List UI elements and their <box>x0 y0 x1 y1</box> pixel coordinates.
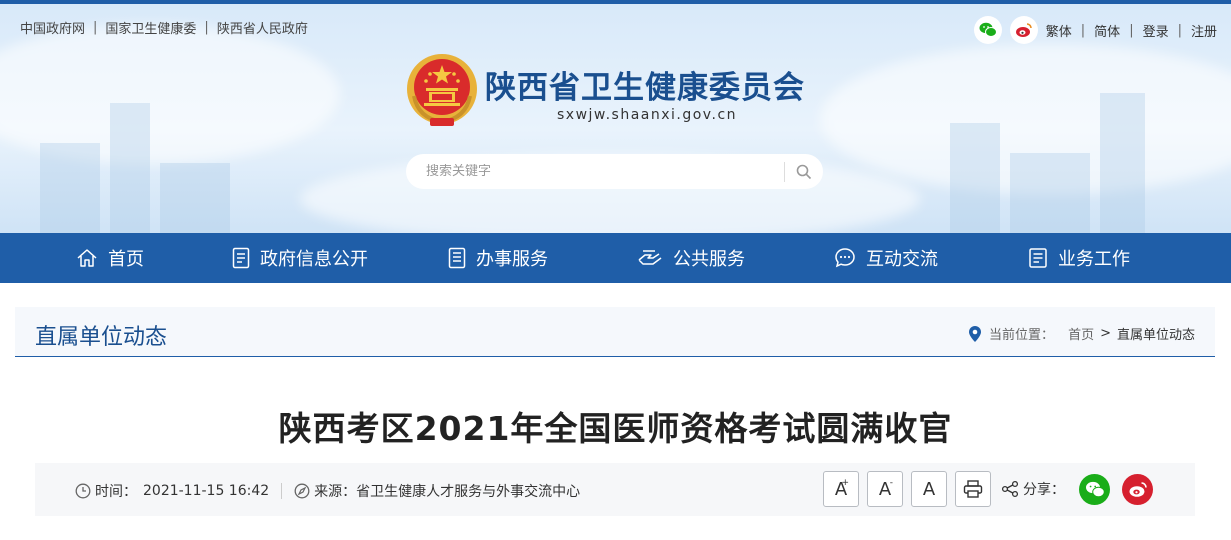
clock-icon <box>75 483 91 499</box>
share-label: 分享： <box>1001 479 1065 499</box>
home-icon <box>77 249 97 267</box>
divider <box>281 483 283 499</box>
clipboard-icon <box>1029 248 1047 268</box>
register-link[interactable]: 注册 <box>1191 21 1217 40</box>
top-links: 中国政府网 | 国家卫生健康委 | 陕西省人民政府 <box>20 18 308 37</box>
link-nhc[interactable]: 国家卫生健康委 <box>105 18 196 37</box>
nav-label: 首页 <box>108 249 144 270</box>
nav-item-gov-info[interactable]: 政府信息公开 <box>232 233 368 283</box>
breadcrumb-separator: > <box>1100 326 1111 341</box>
nav-item-services[interactable]: 办事服务 <box>448 233 548 283</box>
divider: | <box>93 20 98 35</box>
nav-label: 办事服务 <box>476 249 548 270</box>
simplified-chinese-link[interactable]: 简体 <box>1094 21 1120 40</box>
search-bar <box>406 154 823 189</box>
source-label: 来源： <box>314 484 357 500</box>
nav-label: 政府信息公开 <box>260 249 368 270</box>
nav-label: 公共服务 <box>673 249 745 270</box>
file-icon <box>448 247 466 269</box>
nav-item-home[interactable]: 首页 <box>76 233 144 283</box>
login-link[interactable]: 登录 <box>1143 21 1169 40</box>
section-title: 直属单位动态 <box>35 325 168 350</box>
nav-label: 业务工作 <box>1058 249 1130 270</box>
compass-icon <box>294 483 310 499</box>
printer-icon <box>963 480 983 498</box>
weibo-icon[interactable] <box>1009 16 1038 44</box>
breadcrumb-current[interactable]: 直属单位动态 <box>1117 324 1195 343</box>
divider: | <box>1177 22 1182 38</box>
divider: | <box>204 20 209 35</box>
link-gov-cn[interactable]: 中国政府网 <box>20 18 85 37</box>
search-input[interactable] <box>406 164 784 179</box>
nav-item-public-services[interactable]: 公共服务 <box>637 233 745 283</box>
section-header: 直属单位动态 当前位置： 首页 > 直属单位动态 <box>15 307 1215 357</box>
article-source: 省卫生健康人才服务与外事交流中心 <box>356 484 581 500</box>
search-button[interactable] <box>785 154 823 189</box>
main-nav: 首页 政府信息公开 办事服务 公共服务 互动交流 业务工作 <box>0 233 1231 283</box>
chat-bubble-icon <box>835 248 855 268</box>
print-button[interactable] <box>955 471 991 507</box>
article-meta: 时间： 2021-11-15 16:42 来源： 省卫生健康人才服务与外事交流中… <box>75 481 580 501</box>
article-title: 陕西考区2021年全国医师资格考试圆满收官 <box>278 409 953 448</box>
nav-item-interaction[interactable]: 互动交流 <box>834 233 938 283</box>
breadcrumb-label: 当前位置： <box>989 328 1055 343</box>
divider: | <box>1129 22 1134 38</box>
top-right-links: 繁体 | 简体 | 登录 | 注册 <box>973 16 1217 44</box>
search-icon <box>796 164 812 179</box>
header-banner: 中国政府网 | 国家卫生健康委 | 陕西省人民政府 繁体 | 简体 | 登录 |… <box>0 0 1231 233</box>
share-wechat-icon[interactable] <box>1079 473 1110 505</box>
site-title: 陕西省卫生健康委员会 <box>485 70 805 106</box>
article-meta-bar: 时间： 2021-11-15 16:42 来源： 省卫生健康人才服务与外事交流中… <box>35 463 1195 516</box>
publish-time: 2021-11-15 16:42 <box>143 483 270 499</box>
article-tools: A + A- A 分享： <box>823 471 1165 507</box>
wechat-icon[interactable] <box>973 16 1002 44</box>
handshake-icon <box>638 250 662 265</box>
document-list-icon <box>232 247 250 269</box>
national-emblem-logo[interactable] <box>404 52 480 130</box>
location-pin-icon <box>969 325 982 342</box>
nav-label: 互动交流 <box>866 249 938 270</box>
link-shaanxi-gov[interactable]: 陕西省人民政府 <box>217 18 308 37</box>
breadcrumb: 当前位置： 首页 > 直属单位动态 <box>969 324 1195 343</box>
font-increase-button[interactable]: A + <box>823 471 859 507</box>
traditional-chinese-link[interactable]: 繁体 <box>1046 21 1072 40</box>
share-weibo-icon[interactable] <box>1122 473 1153 505</box>
divider: | <box>1080 22 1086 38</box>
breadcrumb-home[interactable]: 首页 <box>1068 324 1094 343</box>
font-reset-button[interactable]: A <box>911 471 947 507</box>
site-domain: sxwjw.shaanxi.gov.cn <box>557 107 738 123</box>
share-icon <box>1001 480 1019 498</box>
time-label: 时间： <box>95 484 137 500</box>
nav-item-business[interactable]: 业务工作 <box>1028 233 1130 283</box>
font-decrease-button[interactable]: A- <box>867 471 903 507</box>
